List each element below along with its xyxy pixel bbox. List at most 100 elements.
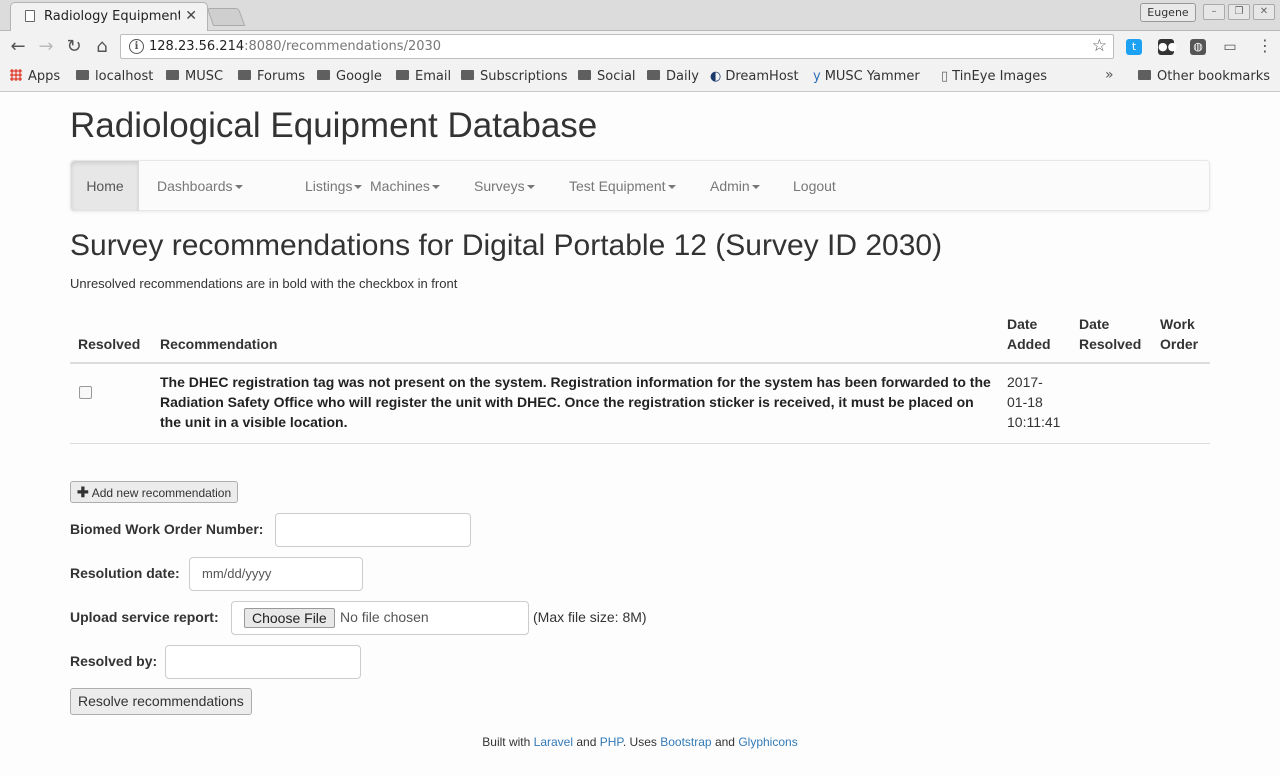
twitter-extension-icon[interactable]: t [1126,39,1142,55]
extension-icon[interactable]: ◍ [1190,39,1206,55]
tab-strip: Radiology Equipment ✕ Eugene – ❐ ✕ [0,0,1280,31]
date-resolved-cell [1071,363,1152,444]
bookmarks-bar: Apps localhost MUSC Forums Google Email … [0,63,1280,92]
bookmark-apps[interactable]: Apps [10,69,60,84]
bookmark-folder[interactable]: Social [578,69,636,84]
folder-icon [238,70,251,80]
bookmark-tineye[interactable]: ▯ TinEye Images [941,69,1047,84]
footer-text: Built with [482,735,531,749]
choose-file-button[interactable]: Choose File [244,608,335,628]
bookmark-folder[interactable]: Forums [238,69,305,84]
browser-toolbar: ← → ↻ ⌂ i 128.23.56.214:8080/recommendat… [0,31,1280,63]
max-file-size-hint: (Max file size: 8M) [533,609,647,625]
folder-icon [647,70,660,80]
address-bar[interactable]: i 128.23.56.214:8080/recommendations/203… [120,34,1114,59]
browser-menu-icon[interactable]: ⋮ [1257,38,1273,54]
work-order-cell [1152,363,1210,444]
table-header-row: Resolved Recommendation Date Added Date Re… [70,306,1210,364]
site-title: Radiological Equipment Database [70,106,598,145]
column-header-date-added: Date Added [999,306,1071,364]
bookmark-star-icon[interactable]: ☆ [1092,36,1107,56]
footer-text: . Uses [622,735,657,749]
footer-text: and [576,735,597,749]
bookmark-yammer[interactable]: y MUSC Yammer [813,69,920,84]
recommendations-table: Resolved Recommendation Date Added Date Re… [70,306,1210,444]
resolve-recommendations-button[interactable]: Resolve recommendations [70,688,252,715]
close-window-icon[interactable]: ✕ [1253,4,1275,20]
laravel-link[interactable]: Laravel [534,735,573,749]
main-navbar: Home Dashboards Listings Machines Survey… [70,160,1210,211]
bookmark-folder[interactable]: Email [396,69,451,84]
work-order-input[interactable] [275,513,471,547]
nav-dashboards[interactable]: Dashboards [157,161,243,211]
caret-down-icon [354,185,363,189]
info-icon[interactable]: i [129,39,144,54]
resolution-date-input[interactable]: mm/dd/yyyy [189,557,363,591]
profile-button[interactable]: Eugene [1140,3,1196,22]
caret-down-icon [751,185,760,189]
nav-admin[interactable]: Admin [710,161,760,211]
nav-logout[interactable]: Logout [793,161,836,211]
reload-icon[interactable]: ↻ [64,37,84,57]
page-icon: ▯ [941,69,949,84]
url-text: 128.23.56.214:8080/recommendations/2030 [149,39,442,54]
other-bookmarks[interactable]: Other bookmarks [1138,69,1270,84]
php-link[interactable]: PHP [600,735,623,749]
folder-icon [76,70,89,80]
nav-home[interactable]: Home [71,161,139,211]
bookmark-folder[interactable]: Subscriptions [461,69,568,84]
resolved-by-input[interactable] [165,645,361,679]
browser-tab[interactable]: Radiology Equipment ✕ [10,2,208,31]
bootstrap-link[interactable]: Bootstrap [660,735,711,749]
back-icon[interactable]: ← [8,37,28,57]
page-footer: Built with Laravel and PHP. Uses Bootstr… [70,735,1210,749]
date-added-cell: 2017- 01-18 10:11:41 [999,363,1071,444]
bookmark-folder[interactable]: Google [317,69,382,84]
extension-icon[interactable]: ●● [1158,39,1177,55]
column-header-recommendation: Recommendation [152,306,999,364]
dreamhost-icon: ◐ [710,69,722,84]
bookmark-folder[interactable]: Daily [647,69,699,84]
resolution-date-label: Resolution date: [70,565,180,581]
caret-down-icon [667,185,676,189]
close-tab-icon[interactable]: ✕ [185,8,197,24]
folder-icon [1138,70,1151,80]
nav-listings[interactable]: Listings [305,161,363,211]
caret-down-icon [234,185,243,189]
resolve-checkbox[interactable] [79,386,92,399]
column-header-work-order: Work Order [1152,306,1210,364]
column-header-resolved: Resolved [70,306,152,364]
intro-text: Unresolved recommendations are in bold w… [70,276,458,291]
folder-icon [461,70,474,80]
nav-test-equipment[interactable]: Test Equipment [569,161,676,211]
minimize-icon[interactable]: – [1203,4,1225,20]
footer-text: and [714,735,735,749]
caret-down-icon [431,185,440,189]
apps-icon [10,69,22,81]
cast-icon[interactable]: ▭ [1222,39,1238,55]
resolved-by-label: Resolved by: [70,653,158,669]
folder-icon [317,70,330,80]
bookmark-folder[interactable]: MUSC [166,69,223,84]
nav-machines[interactable]: Machines [370,161,440,211]
caret-down-icon [526,185,535,189]
folder-icon [166,70,179,80]
more-bookmarks-icon[interactable]: » [1105,67,1114,83]
forward-icon[interactable]: → [36,37,56,57]
glyphicons-link[interactable]: Glyphicons [738,735,797,749]
nav-surveys[interactable]: Surveys [474,161,535,211]
file-name-text: No file chosen [340,609,429,625]
bookmark-dreamhost[interactable]: ◐ DreamHost [710,69,799,84]
folder-icon [578,70,591,80]
plus-icon: ✚ [77,484,89,500]
new-tab-button[interactable] [206,8,246,26]
resolved-cell [70,363,152,444]
service-report-file-input[interactable]: Choose File No file chosen [231,601,529,635]
bookmark-folder[interactable]: localhost [76,69,153,84]
work-order-label: Biomed Work Order Number: [70,521,264,537]
restore-icon[interactable]: ❐ [1228,4,1250,20]
home-icon[interactable]: ⌂ [92,37,112,57]
tab-title: Radiology Equipment [44,9,180,24]
upload-label: Upload service report: [70,609,219,625]
add-recommendation-button[interactable]: ✚ Add new recommendation [70,481,239,503]
